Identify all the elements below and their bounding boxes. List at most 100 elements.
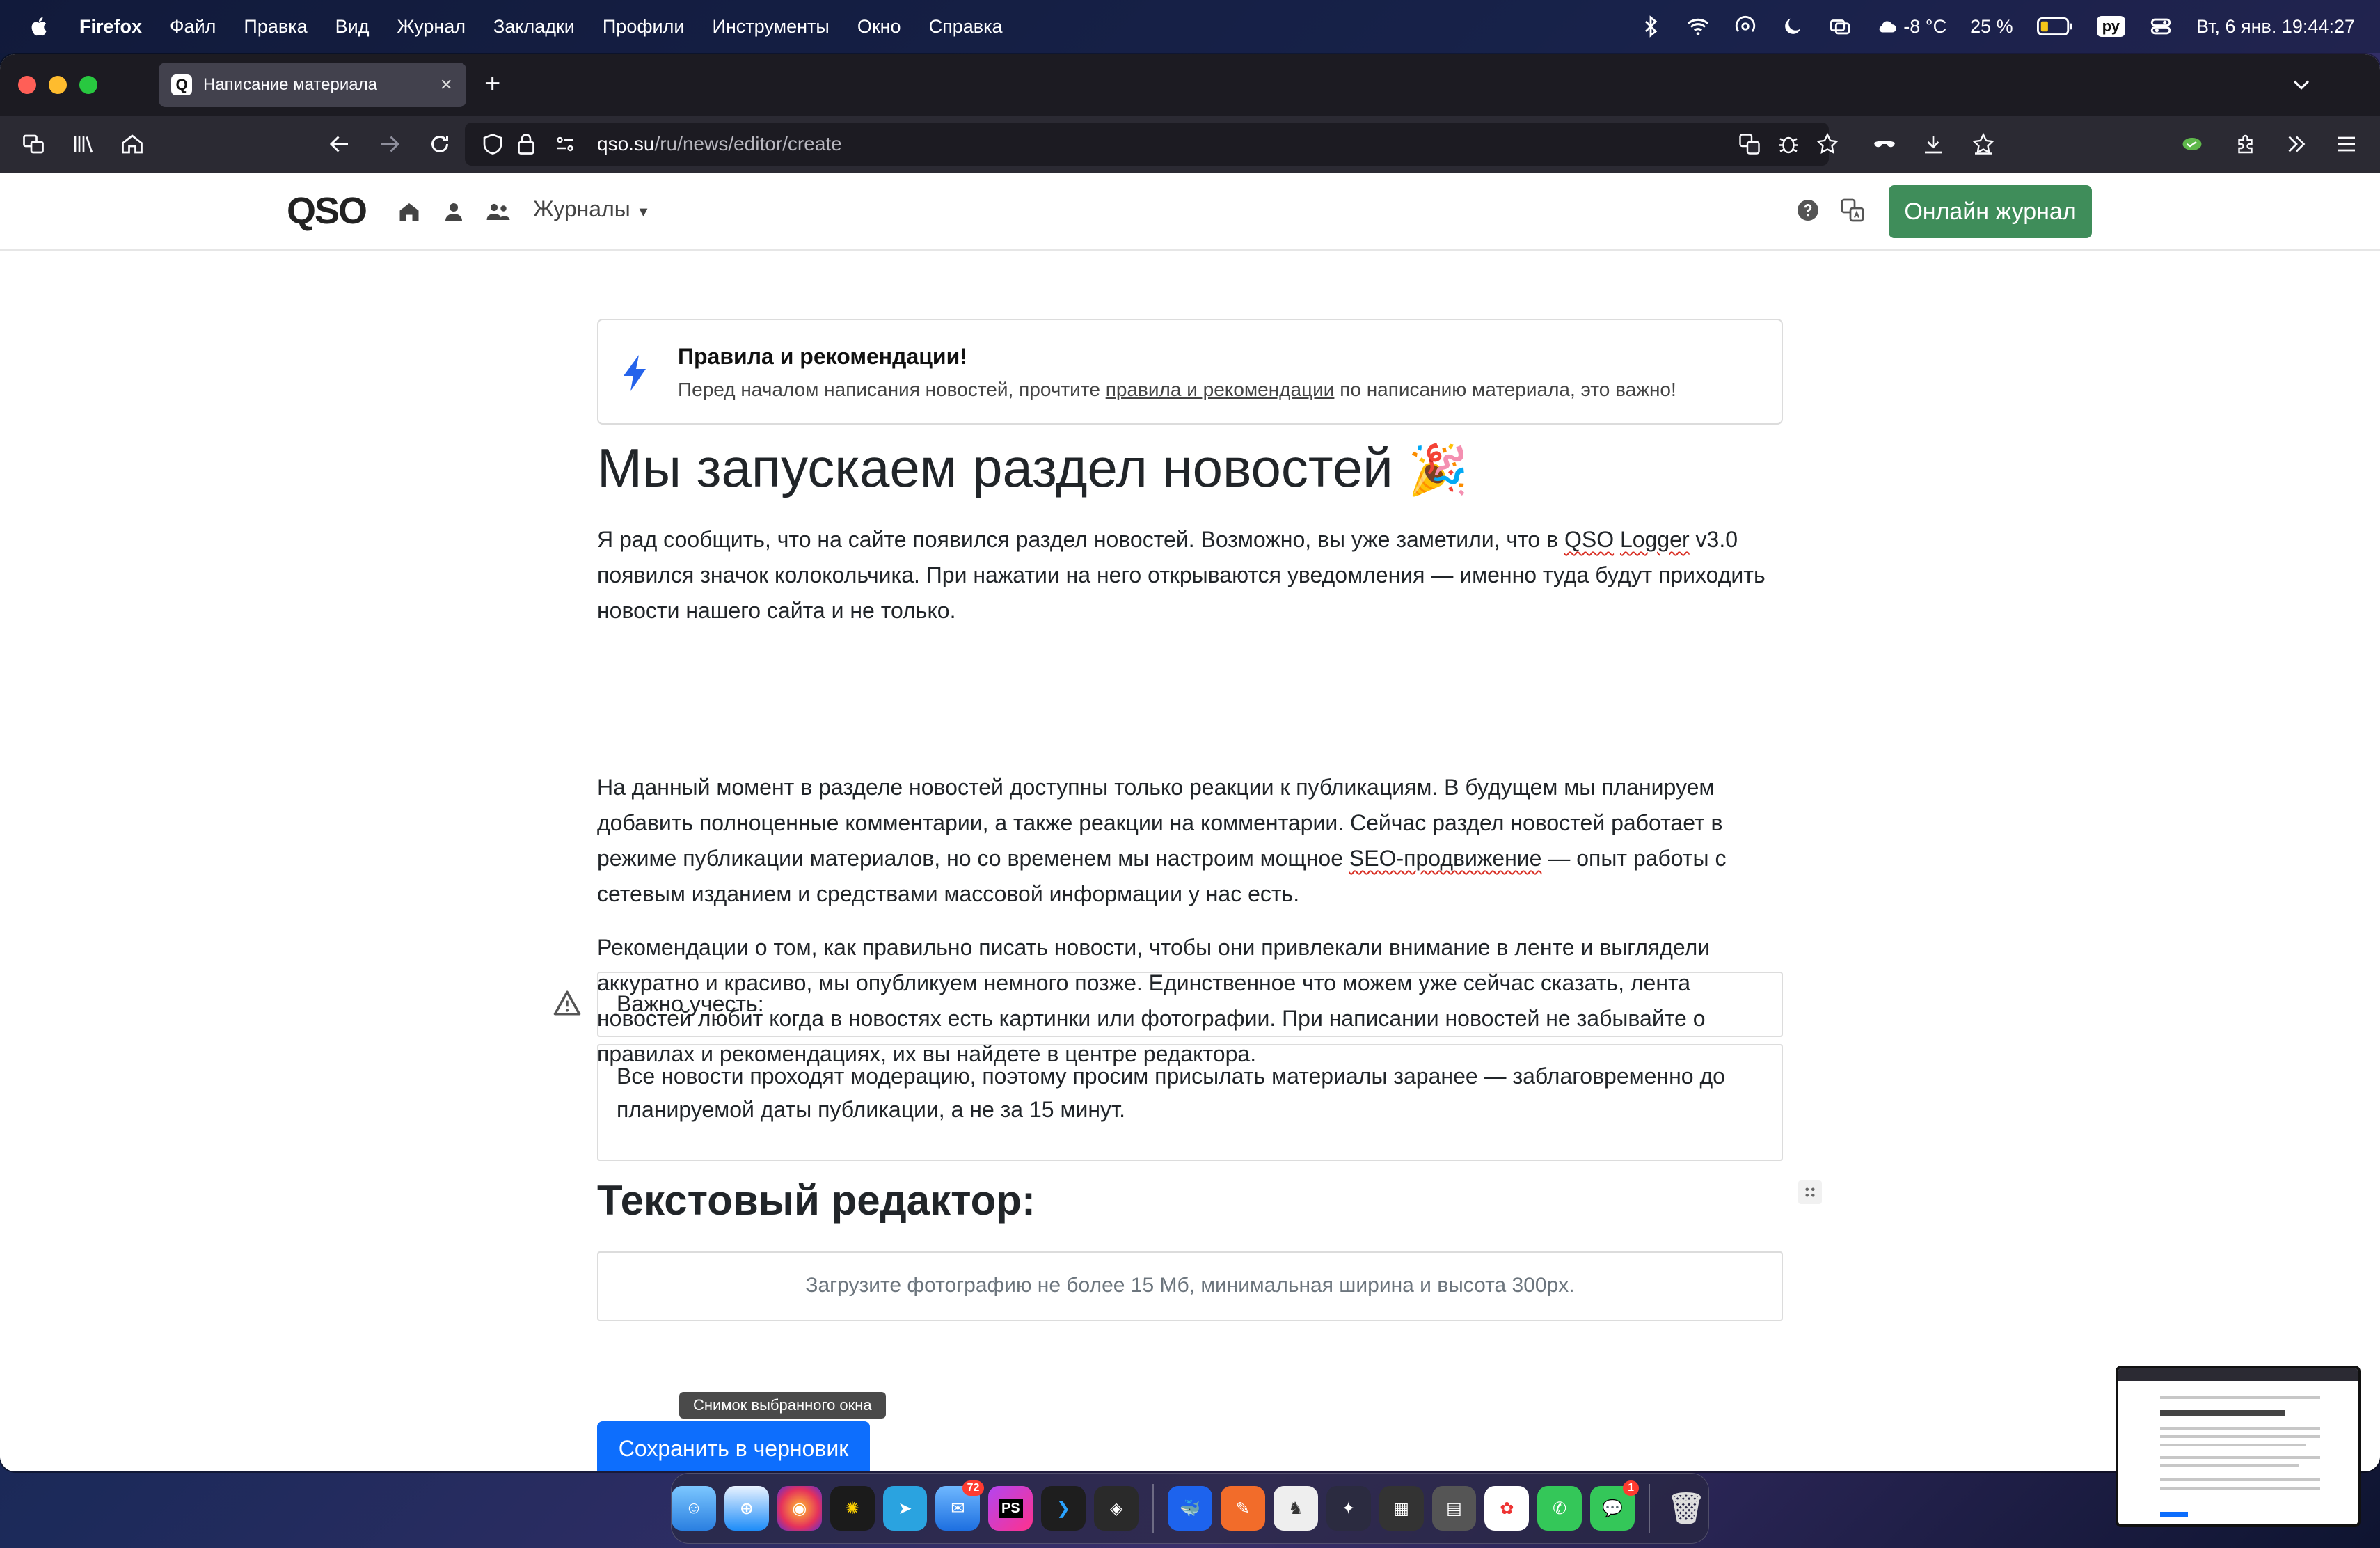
permissions-icon[interactable]: [551, 130, 579, 158]
downloads-icon[interactable]: [1919, 130, 1947, 158]
mail-icon[interactable]: ✉ 72: [935, 1480, 985, 1531]
bookmark-star-icon[interactable]: [1814, 130, 1841, 158]
article-paragraph-2[interactable]: На данный момент в разделе новостей дост…: [597, 770, 1783, 912]
menubar-clock[interactable]: Вт, 6 янв. 19:44:27: [2196, 16, 2355, 38]
battery-icon[interactable]: [2036, 15, 2073, 38]
save-draft-button[interactable]: Сохранить в черновик: [597, 1421, 870, 1471]
bluetooth-icon[interactable]: [1639, 15, 1663, 38]
rules-text-before: Перед началом написания новостей, прочти…: [678, 379, 1106, 400]
pocket-star-icon[interactable]: [1969, 130, 1997, 158]
wifi-icon[interactable]: [1686, 15, 1710, 38]
tracking-protection-shield-icon[interactable]: [479, 130, 507, 158]
users-group-icon[interactable]: [486, 199, 511, 224]
sunburst-app-icon[interactable]: ✺: [830, 1486, 875, 1531]
menu-history[interactable]: Журнал: [397, 16, 466, 38]
journals-label: Журналы: [533, 196, 630, 221]
lightning-bolt-icon: [619, 354, 653, 393]
focus-moon-icon[interactable]: [1781, 15, 1804, 38]
firefox-icon[interactable]: ◉: [777, 1486, 822, 1531]
hamburger-menu-icon[interactable]: [2333, 130, 2361, 158]
library-icon[interactable]: [70, 130, 97, 158]
thumb-line: [2160, 1512, 2188, 1517]
extension-bug-icon[interactable]: [1775, 130, 1802, 158]
help-question-icon[interactable]: [1795, 198, 1820, 223]
home-icon[interactable]: [118, 130, 146, 158]
chatgpt-icon[interactable]: ✦: [1326, 1486, 1371, 1531]
url-bar[interactable]: qso.su/ru/news/editor/create: [465, 123, 1839, 166]
apple-icon[interactable]: [28, 15, 51, 38]
translate-icon[interactable]: [1736, 130, 1763, 158]
input-source[interactable]: ру: [2096, 16, 2126, 37]
phpstorm-icon[interactable]: PS: [988, 1486, 1033, 1531]
warning-triangle-icon: [553, 988, 582, 1018]
menu-window[interactable]: Окно: [857, 16, 901, 38]
drag-handle-icon[interactable]: [1798, 1180, 1822, 1204]
rules-link[interactable]: правила и рекомендации: [1106, 379, 1335, 400]
vpn-extension-icon[interactable]: [2178, 130, 2206, 158]
private-mask-icon[interactable]: [1871, 130, 1898, 158]
image-upload-dropzone[interactable]: Загрузите фотографию не более 15 Мб, мин…: [597, 1251, 1783, 1321]
menu-bookmarks[interactable]: Закладки: [493, 16, 575, 38]
minimize-window-button[interactable]: [49, 76, 67, 94]
site-navbar: QSO Журналы ▼ Онлайн журнал: [0, 173, 2380, 251]
forward-arrow-icon[interactable]: [376, 130, 404, 158]
thumb-line: [2160, 1410, 2285, 1416]
menu-profiles[interactable]: Профили: [603, 16, 685, 38]
article-paragraph-1[interactable]: Я рад сообщить, что на сайте появился ра…: [597, 522, 1783, 629]
vscode-icon[interactable]: ❯: [1041, 1486, 1086, 1531]
article-title[interactable]: Мы запускаем раздел новостей 🎉: [597, 434, 1783, 503]
synced-tabs-icon[interactable]: [19, 130, 47, 158]
battery-percent: 25 %: [1970, 15, 2013, 37]
extensions-puzzle-icon[interactable]: [2232, 130, 2260, 158]
article-title-text: Мы запускаем раздел новостей: [597, 437, 1393, 498]
screen-mirroring-icon[interactable]: [1828, 15, 1852, 38]
zoom-window-button[interactable]: [79, 76, 97, 94]
menu-help[interactable]: Справка: [929, 16, 1003, 38]
list-all-tabs-chevron-icon[interactable]: [2290, 72, 2313, 100]
airdrop-icon[interactable]: [1734, 15, 1757, 38]
messages-icon[interactable]: 💬 1: [1590, 1480, 1640, 1531]
menu-file[interactable]: Файл: [170, 16, 216, 38]
back-arrow-icon[interactable]: [326, 130, 354, 158]
upload-hint: Загрузите фотографию не более 15 Мб, мин…: [805, 1274, 1575, 1297]
menu-edit[interactable]: Правка: [244, 16, 307, 38]
warning-title-box[interactable]: Важно учесть:: [597, 972, 1783, 1037]
editor-heading[interactable]: Текстовый редактор:: [597, 1176, 1783, 1224]
thumb-line: [2160, 1487, 2320, 1490]
warning-text-box[interactable]: Все новости проходят модерацию, поэтому …: [597, 1044, 1783, 1161]
tools-app-icon[interactable]: ▦: [1379, 1486, 1424, 1531]
photos-icon[interactable]: ✿: [1484, 1486, 1530, 1531]
calculator-icon[interactable]: ▤: [1431, 1486, 1477, 1531]
control-center-icon[interactable]: [2149, 15, 2173, 38]
phone-icon[interactable]: ✆: [1537, 1486, 1582, 1531]
window-controls: [0, 76, 97, 94]
menu-tools[interactable]: Инструменты: [712, 16, 829, 38]
new-tab-plus-icon[interactable]: +: [484, 68, 500, 99]
menu-view[interactable]: Вид: [335, 16, 370, 38]
online-journal-button[interactable]: Онлайн журнал: [1889, 185, 2092, 238]
screenshot-thumbnail-preview[interactable]: [2116, 1366, 2361, 1527]
menubar-app-name[interactable]: Firefox: [79, 16, 142, 38]
lock-icon[interactable]: [512, 130, 540, 158]
elephant-app-icon[interactable]: ♞: [1273, 1486, 1318, 1531]
language-translate-icon[interactable]: [1840, 198, 1865, 223]
weather-cloud-icon[interactable]: -8 °C: [1875, 15, 1946, 38]
docker-icon[interactable]: 🐳: [1168, 1486, 1212, 1531]
finder-icon[interactable]: ☺: [672, 1486, 716, 1531]
journals-dropdown[interactable]: Журналы ▼: [533, 196, 650, 222]
user-icon[interactable]: [441, 199, 466, 224]
site-home-icon[interactable]: [397, 199, 422, 224]
safari-icon[interactable]: ⊕: [724, 1486, 769, 1531]
telegram-icon[interactable]: ➤: [882, 1486, 928, 1531]
tab-close-icon[interactable]: ×: [440, 73, 452, 97]
active-tab[interactable]: Q Написание материала ×: [159, 63, 466, 107]
qso-logo[interactable]: QSO: [287, 189, 367, 232]
overflow-chevrons-icon[interactable]: [2283, 130, 2310, 158]
thumb-line: [2160, 1396, 2320, 1399]
pencil-app-icon[interactable]: ✎: [1220, 1486, 1265, 1531]
close-window-button[interactable]: [18, 76, 36, 94]
cube-app-icon[interactable]: ◈: [1094, 1486, 1139, 1531]
reload-icon[interactable]: [426, 130, 454, 158]
trash-icon[interactable]: 🗑: [1664, 1486, 1708, 1531]
warning-text: Все новости проходят модерацию, поэтому …: [617, 1064, 1725, 1122]
